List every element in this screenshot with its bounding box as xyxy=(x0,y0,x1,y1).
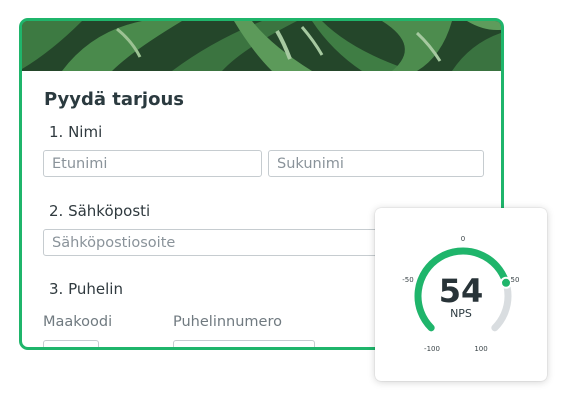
form-title: Pyydä tarjous xyxy=(44,89,184,110)
last-name-input[interactable] xyxy=(268,150,484,177)
nps-score: 54 xyxy=(438,272,484,310)
nps-label: NPS xyxy=(450,307,472,320)
tick-label-zero: 0 xyxy=(461,235,465,243)
nps-gauge-card: -100 -50 0 50 100 54 NPS xyxy=(375,208,547,381)
question-name-label: 1. Nimi xyxy=(49,123,103,141)
tick-label-min: -100 xyxy=(424,345,440,353)
first-name-input[interactable] xyxy=(43,150,262,177)
phone-number-input[interactable] xyxy=(173,340,315,347)
question-email-label: 2. Sähköposti xyxy=(49,202,151,220)
monstera-leaf-banner-icon xyxy=(22,21,501,71)
leaf-banner-image xyxy=(22,21,501,71)
tick-label-max: 100 xyxy=(474,345,487,353)
phone-number-label: Puhelinnumero xyxy=(173,314,282,330)
area-code-input[interactable] xyxy=(43,340,99,347)
question-phone-label: 3. Puhelin xyxy=(49,280,123,298)
area-code-label: Maakoodi xyxy=(43,314,113,330)
